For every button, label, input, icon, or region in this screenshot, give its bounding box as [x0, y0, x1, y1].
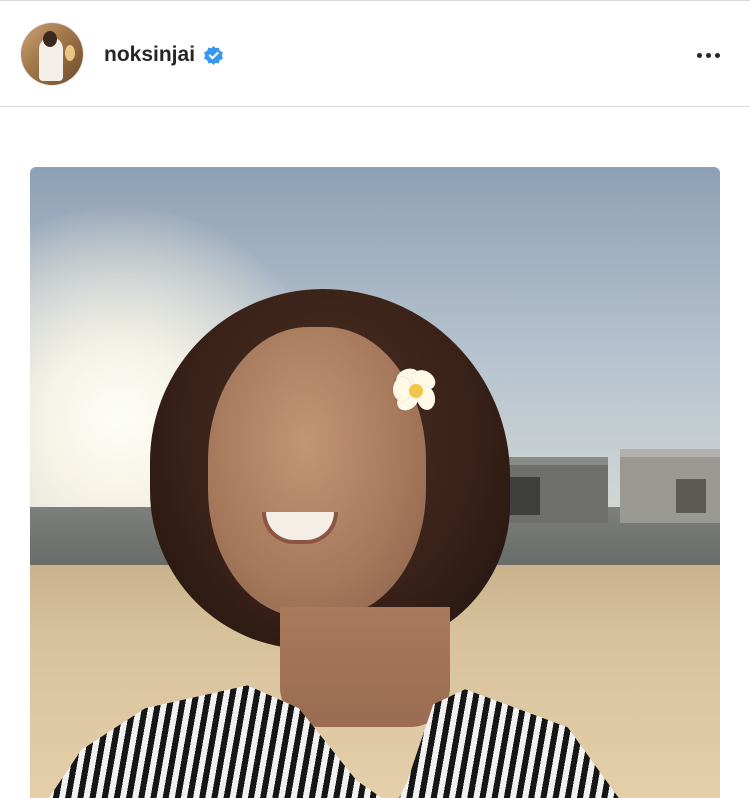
username-row: noksinjai — [104, 39, 224, 71]
more-dot-icon — [696, 52, 702, 58]
post-header: noksinjai — [0, 0, 750, 107]
profile-avatar[interactable] — [21, 23, 83, 85]
post-photo[interactable] — [30, 167, 720, 798]
flower-center — [409, 384, 423, 398]
avatar-lamp — [65, 45, 75, 61]
username-link[interactable]: noksinjai — [104, 43, 195, 67]
building-window — [676, 479, 706, 513]
person-neck — [280, 607, 450, 727]
avatar-head — [43, 31, 57, 47]
more-dot-icon — [705, 52, 711, 58]
flower-icon — [390, 365, 442, 417]
verified-badge-icon — [204, 45, 223, 65]
beach-building — [620, 449, 720, 523]
more-options-button[interactable] — [690, 39, 726, 71]
more-dot-icon — [714, 52, 720, 58]
